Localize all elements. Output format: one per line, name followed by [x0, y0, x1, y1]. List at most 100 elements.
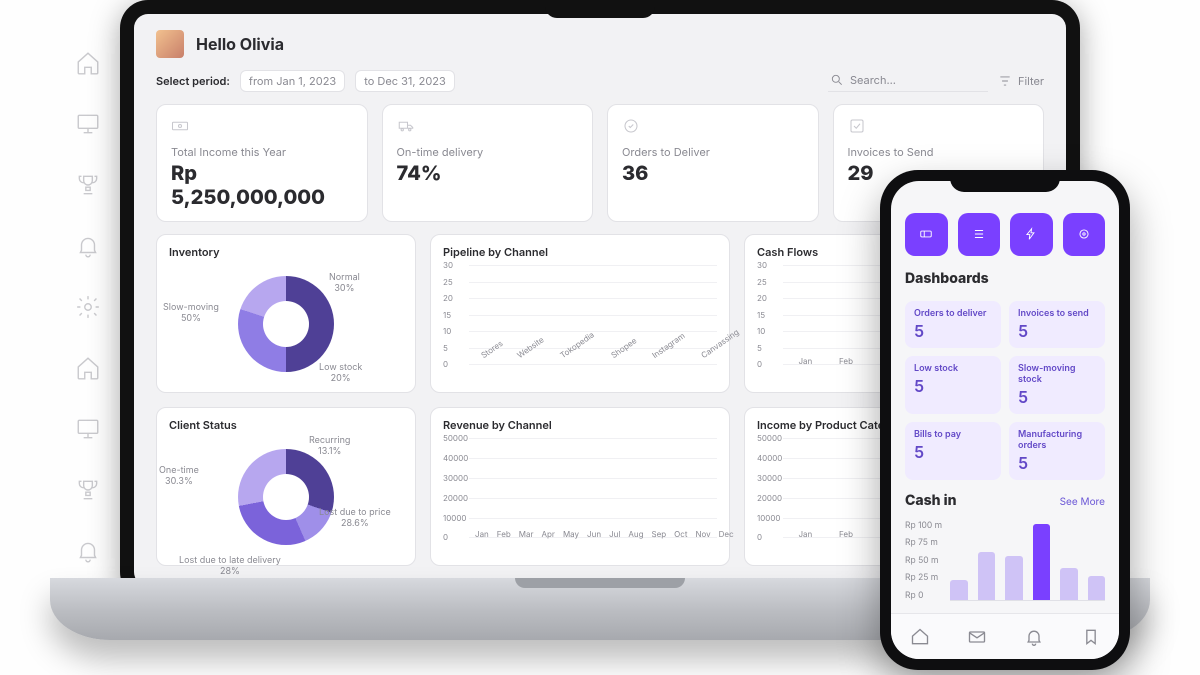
bar-label: Stores [479, 338, 507, 363]
bar-label: Nov [695, 529, 710, 539]
bar: Stores [475, 340, 503, 366]
check-icon [848, 117, 866, 135]
bar: May [563, 525, 579, 539]
kpi-card: On-time delivery 74% [382, 104, 594, 222]
bar: Website [511, 340, 545, 366]
avatar[interactable] [156, 30, 184, 58]
cash-chart: Rp 100 mRp 75 mRp 50 mRp 25 mRp 0 [905, 521, 1105, 601]
monitor-icon [75, 111, 101, 137]
search-icon [830, 73, 844, 87]
nav-mail-icon[interactable] [967, 627, 987, 647]
nav-home-icon[interactable] [910, 627, 930, 647]
dashboard-tile[interactable]: Slow-moving stock 5 [1009, 356, 1105, 414]
kpi-label: Orders to Deliver [622, 145, 804, 159]
bar-label: Jan [798, 529, 812, 539]
cash-bar [978, 552, 995, 599]
bar: Canvassing [695, 340, 743, 366]
kpi-value: 74% [397, 161, 579, 185]
tile-label: Low stock [914, 363, 992, 374]
bar-label: Tokopedia [558, 329, 598, 363]
kpi-label: Invoices to Send [848, 145, 1030, 159]
dashboard-tile[interactable]: Manufacturing orders 5 [1009, 422, 1105, 480]
filter-icon [998, 74, 1012, 88]
bar-label: Apr [542, 529, 555, 539]
quick-target[interactable] [1063, 213, 1106, 256]
home-icon [75, 50, 101, 76]
cash-bar [1033, 524, 1050, 599]
tile-value: 5 [1018, 453, 1096, 473]
bar: Oct [674, 525, 687, 539]
home-icon-2 [75, 355, 101, 381]
trophy-icon-2 [75, 477, 101, 503]
cash-icon [171, 117, 189, 135]
bar-label: Website [515, 335, 548, 364]
bar: Mar [519, 525, 534, 539]
bar: Sep [651, 525, 666, 539]
bar: Jan [789, 525, 822, 539]
quick-actions [905, 213, 1105, 256]
bar-label: Jun [587, 529, 601, 539]
bell-icon [75, 233, 101, 259]
quick-bolt[interactable] [1010, 213, 1053, 256]
cash-bar [1060, 568, 1077, 600]
phone-nav [891, 613, 1119, 659]
bar-label: Feb [839, 529, 853, 539]
bar: Aug [628, 525, 643, 539]
cash-bar [1088, 576, 1105, 600]
box-icon [622, 117, 640, 135]
bar: Jun [587, 525, 601, 539]
panel-title: Pipeline by Channel [443, 245, 717, 259]
dashboard-tile[interactable]: Invoices to send 5 [1009, 301, 1105, 348]
tile-label: Bills to pay [914, 429, 992, 440]
bar-label: Feb [839, 356, 853, 366]
bell-icon-2 [75, 538, 101, 564]
donut-label: Recurring13.1% [309, 436, 350, 458]
bar-label: Jan [475, 529, 489, 539]
cash-bar [950, 580, 967, 600]
date-from[interactable]: from Jan 1, 2023 [240, 70, 345, 92]
nav-bell-icon[interactable] [1024, 627, 1044, 647]
kpi-label: Total Income this Year [171, 145, 353, 159]
quick-list[interactable] [958, 213, 1001, 256]
bar-label: Feb [497, 529, 511, 539]
bar-label: Oct [674, 529, 687, 539]
panel-revenue: Revenue by Channel 010000200003000040000… [430, 407, 730, 566]
dashboard-tile[interactable]: Low stock 5 [905, 356, 1001, 414]
tile-label: Manufacturing orders [1018, 429, 1096, 451]
quick-ticket[interactable] [905, 213, 948, 256]
kpi-card: Total Income this Year Rp 5,250,000,000 [156, 104, 368, 222]
dashboard-tile[interactable]: Orders to deliver 5 [905, 301, 1001, 348]
filter-button[interactable]: Filter [998, 74, 1044, 88]
header: Hello Olivia [156, 30, 1044, 58]
trophy-icon [75, 172, 101, 198]
nav-bookmark-icon[interactable] [1081, 627, 1101, 647]
panel-title: Client Status [169, 418, 403, 432]
search-input[interactable]: Search... [828, 71, 988, 92]
panel-title: Revenue by Channel [443, 418, 717, 432]
toolbar: Select period: from Jan 1, 2023 to Dec 3… [156, 70, 1044, 92]
greeting: Hello Olivia [196, 34, 284, 54]
tile-value: 5 [1018, 321, 1096, 341]
phone-frame: Dashboards Orders to deliver 5 Invoices … [880, 170, 1130, 670]
monitor-icon-2 [75, 416, 101, 442]
date-to[interactable]: to Dec 31, 2023 [355, 70, 455, 92]
donut-label: Low stock20% [319, 363, 362, 385]
panel-title: Inventory [169, 245, 403, 259]
dashboard-tile[interactable]: Bills to pay 5 [905, 422, 1001, 480]
bar: Dec [719, 525, 734, 539]
tile-label: Slow-moving stock [1018, 363, 1096, 385]
donut-label: Normal30% [329, 273, 360, 295]
page-side-rail [75, 50, 101, 564]
kpi-label: On-time delivery [397, 145, 579, 159]
bar: Feb [830, 352, 863, 366]
bar: Tokopedia [554, 340, 597, 366]
panel-inventory: Inventory Slow-moving50%Normal30%Low sto… [156, 234, 416, 393]
tile-value: 5 [914, 376, 992, 396]
truck-icon [397, 117, 415, 135]
bar: Jan [475, 525, 489, 539]
bar: Jan [789, 352, 822, 366]
bar-label: Sep [651, 529, 666, 539]
donut-label: Lost due to late delivery28% [179, 556, 281, 578]
see-more-link[interactable]: See More [1060, 496, 1105, 508]
kpi-value: Rp 5,250,000,000 [171, 161, 353, 209]
